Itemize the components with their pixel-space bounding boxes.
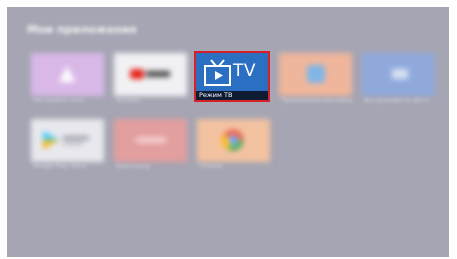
google-play-icon <box>43 131 89 149</box>
app-caption: Google Play Store <box>33 163 87 170</box>
app-tile-media[interactable]: Воспроизвести фото <box>362 53 435 104</box>
google-play-tile-thumb <box>31 119 104 162</box>
store-tile-thumb <box>279 53 352 96</box>
app-tile-store[interactable]: Приложения магазина <box>279 53 353 104</box>
app-tile-google-play[interactable]: Google Play Store <box>31 119 104 170</box>
app-caption: Приложения магазина <box>281 97 353 104</box>
cinema-icon <box>136 137 166 143</box>
tv-icon <box>204 59 231 86</box>
android-tv-icon <box>59 66 75 82</box>
app-tile-android-tv[interactable]: Настройки сети <box>31 53 104 104</box>
app-caption: Кинотеатр <box>116 163 150 170</box>
media-icon <box>392 69 408 79</box>
app-caption: YouTube <box>116 97 141 104</box>
app-tile-tv-focused[interactable]: TV Режим ТВ <box>194 51 270 102</box>
tv-home-screen: Мои приложения Настройки сети YouTube TV… <box>7 7 449 257</box>
app-caption: Chrome <box>199 163 223 170</box>
store-icon <box>307 65 325 83</box>
youtube-logo <box>130 69 170 79</box>
app-caption: Настройки сети <box>33 97 84 104</box>
tv-big-label: TV <box>233 61 257 81</box>
media-tile-thumb <box>362 53 435 96</box>
app-tile-chrome[interactable]: Chrome <box>197 119 270 170</box>
youtube-tile-thumb <box>114 53 187 96</box>
android-tv-tile-thumb <box>31 53 104 96</box>
app-tile-youtube[interactable]: YouTube <box>114 53 187 104</box>
tv-tile-thumb: TV <box>196 53 268 91</box>
chrome-tile-thumb <box>197 119 270 162</box>
chrome-icon <box>221 130 244 151</box>
app-tile-cinema[interactable]: Кинотеатр <box>114 119 187 170</box>
app-caption: Воспроизвести фото <box>364 97 430 104</box>
section-title: Мои приложения <box>27 23 137 36</box>
focused-caption: Режим ТВ <box>196 91 268 100</box>
cinema-tile-thumb <box>114 119 187 162</box>
